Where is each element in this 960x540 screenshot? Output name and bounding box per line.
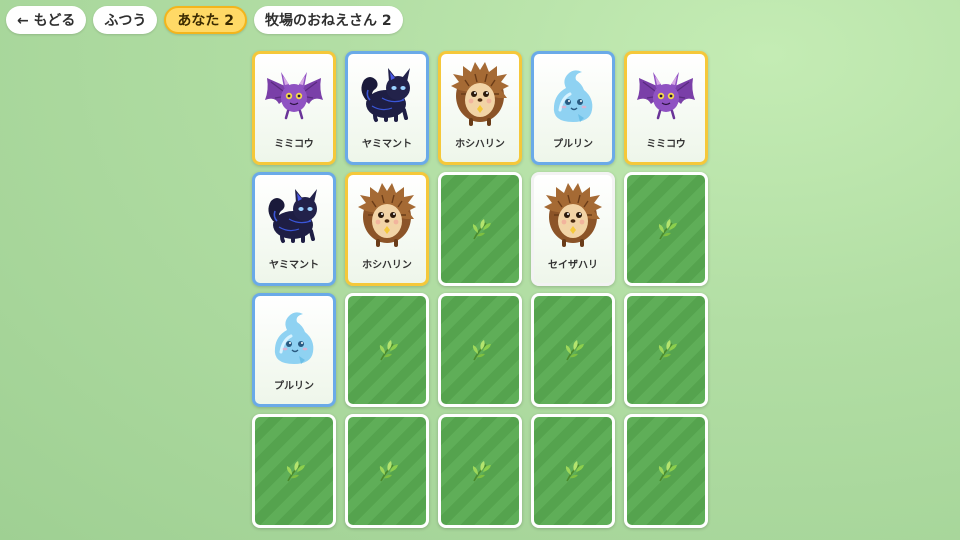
leaf-icon — [286, 461, 305, 482]
hedgehog-icon — [445, 54, 515, 132]
card-facedown[interactable] — [624, 293, 708, 407]
leaf-icon — [472, 340, 491, 361]
water-slime-icon — [538, 54, 608, 132]
card-facedown[interactable] — [624, 172, 708, 286]
card-faceup[interactable]: ホシハリン — [438, 51, 522, 165]
leaf-icon — [472, 461, 491, 482]
card-name: ミミコウ — [274, 139, 314, 150]
hedgehog-icon — [538, 175, 608, 253]
player-score-badge: あなた 2 — [164, 6, 247, 34]
card-name: プルリン — [553, 139, 593, 150]
leaf-icon — [379, 461, 398, 482]
card-faceup[interactable]: ミミコウ — [624, 51, 708, 165]
card-name: ヤミマント — [362, 139, 412, 150]
card-name: セイザハリ — [548, 260, 598, 271]
card-faceup[interactable]: プルリン — [252, 293, 336, 407]
hedgehog-icon — [352, 175, 422, 253]
difficulty-badge[interactable]: ふつう — [93, 6, 158, 34]
back-button[interactable]: ← もどる — [6, 6, 87, 34]
card-name: ヤミマント — [269, 260, 319, 271]
card-facedown[interactable] — [252, 414, 336, 528]
water-slime-icon — [259, 296, 329, 374]
leaf-icon — [658, 219, 677, 240]
card-facedown[interactable] — [624, 414, 708, 528]
leaf-icon — [658, 340, 677, 361]
leaf-icon — [565, 461, 584, 482]
card-facedown[interactable] — [345, 293, 429, 407]
card-faceup[interactable]: ヤミマント — [345, 51, 429, 165]
card-facedown[interactable] — [438, 414, 522, 528]
card-facedown[interactable] — [531, 414, 615, 528]
leaf-icon — [379, 340, 398, 361]
card-name: ミミコウ — [646, 139, 686, 150]
shadow-cat-icon — [259, 175, 329, 253]
card-faceup[interactable]: ヤミマント — [252, 172, 336, 286]
leaf-icon — [565, 340, 584, 361]
opponent-score-badge: 牧場のおねえさん 2 — [253, 6, 403, 34]
card-faceup[interactable]: ホシハリン — [345, 172, 429, 286]
card-name: プルリン — [274, 381, 314, 392]
bat-icon — [631, 54, 701, 132]
card-name: ホシハリン — [455, 139, 505, 150]
shadow-cat-icon — [352, 54, 422, 132]
bat-icon — [259, 54, 329, 132]
card-faceup[interactable]: セイザハリ — [531, 172, 615, 286]
card-facedown[interactable] — [438, 293, 522, 407]
card-facedown[interactable] — [438, 172, 522, 286]
card-facedown[interactable] — [531, 293, 615, 407]
card-faceup[interactable]: プルリン — [531, 51, 615, 165]
top-bar: ← もどる ふつう あなた 2 牧場のおねえさん 2 — [6, 6, 403, 34]
card-faceup[interactable]: ミミコウ — [252, 51, 336, 165]
card-name: ホシハリン — [362, 260, 412, 271]
leaf-icon — [472, 219, 491, 240]
card-board: ミミコウ ヤミマント ホシハリン プルリン ミミコウ ヤミマント ホシハリン セ… — [252, 51, 708, 528]
leaf-icon — [658, 461, 677, 482]
card-facedown[interactable] — [345, 414, 429, 528]
